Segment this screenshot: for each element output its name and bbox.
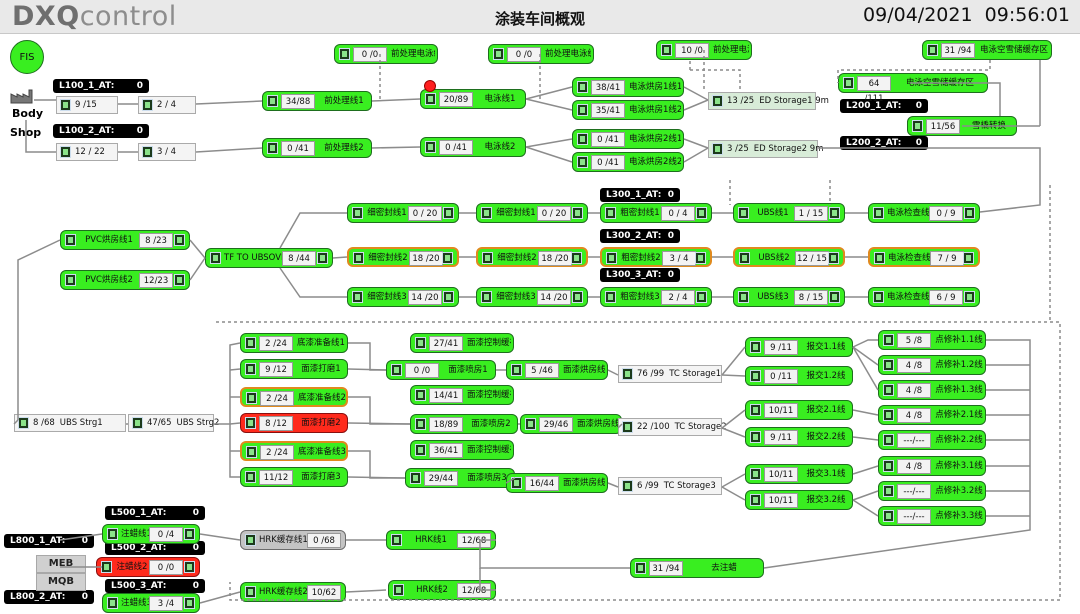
flow-connector (852, 346, 879, 391)
flow-connector (25, 120, 56, 153)
flow-connector (348, 342, 386, 371)
flow-connector (199, 591, 241, 604)
flow-connector (910, 82, 1001, 116)
flow-connector (818, 147, 1041, 213)
flow-connector (852, 490, 879, 501)
flow-connector (525, 86, 573, 100)
flow-connector (17, 239, 61, 420)
flow-connector (189, 257, 206, 281)
flow-connector (479, 568, 496, 591)
flow-connector (852, 346, 879, 366)
flow-connector (345, 589, 387, 593)
flow-connector (348, 396, 410, 425)
flow-connector (683, 138, 709, 149)
flow-connector (195, 147, 263, 153)
flow-connector (214, 342, 241, 425)
flow-connector (347, 422, 411, 425)
flow-connector (852, 339, 878, 348)
flow-connector (229, 422, 241, 425)
flow-connector (279, 212, 347, 249)
flow-connector (348, 450, 405, 479)
flow-connector (479, 539, 630, 569)
flow-connector (683, 147, 709, 163)
flow-connector (371, 98, 421, 102)
flow-connector (229, 368, 241, 371)
flow-connector (852, 409, 879, 416)
flow-connector (721, 374, 746, 377)
flow-connector (332, 256, 348, 259)
flow-connector (525, 146, 573, 163)
flow-connector (617, 423, 623, 429)
flow-connector (852, 465, 879, 475)
flow-connector (59, 533, 103, 541)
flow-connector (347, 368, 387, 371)
flow-connector (721, 486, 746, 501)
flow-connector (347, 476, 406, 479)
flow-connector (525, 98, 573, 111)
flow-connector (189, 239, 206, 259)
flow-connector (607, 482, 619, 488)
flow-connector (505, 477, 516, 484)
flow-connector (199, 533, 241, 541)
flow-connector (525, 138, 573, 148)
flow-connector (195, 100, 263, 105)
flow-connector (837, 60, 991, 83)
flow-connector (371, 146, 421, 149)
flow-connector (607, 369, 619, 376)
flow-connector (721, 427, 746, 438)
flow-connector (852, 436, 879, 441)
flow-connector (13, 419, 19, 425)
flow-connector (852, 499, 879, 517)
flow-connector (763, 339, 1031, 569)
flow-connector (690, 69, 741, 92)
flow-connector (216, 321, 1061, 601)
flow-connector (683, 99, 709, 111)
flow-connector (721, 346, 746, 376)
flow-connector (721, 409, 746, 429)
flow-connector (721, 473, 746, 488)
flow-connectors (13, 50, 1061, 604)
flow-connector (279, 267, 347, 298)
